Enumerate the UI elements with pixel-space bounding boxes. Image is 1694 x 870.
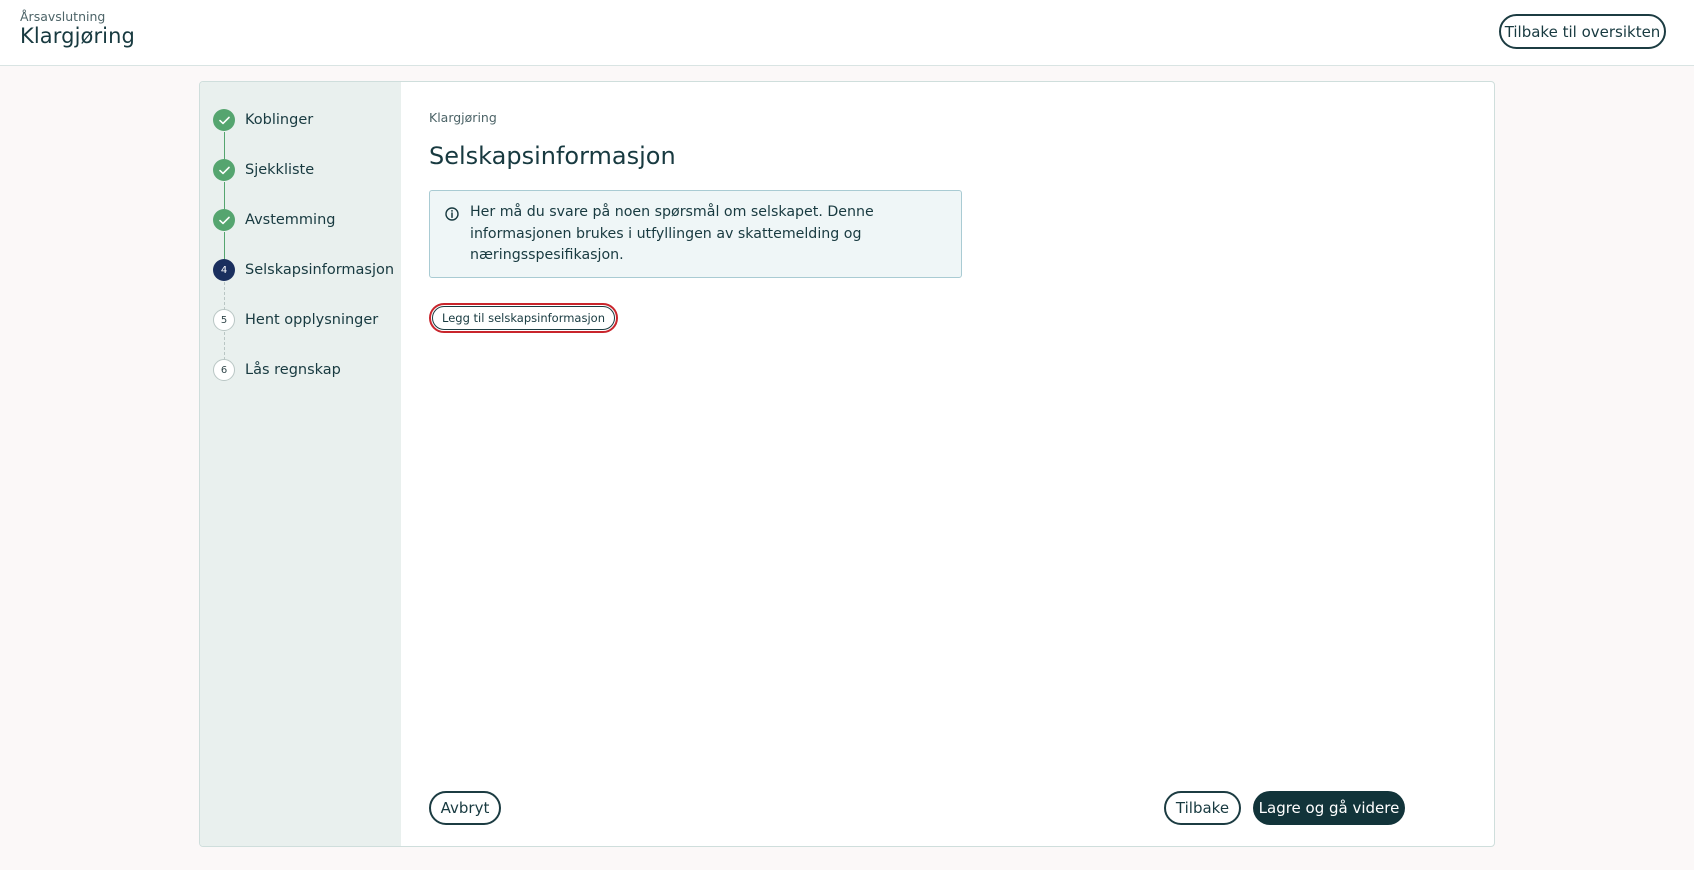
- main-content: Klargjøring Selskapsinformasjon Her må d…: [401, 82, 1494, 846]
- step-sjekkliste[interactable]: Sjekkliste: [213, 158, 398, 182]
- info-text: Her må du svare på noen spørsmål om sels…: [470, 204, 874, 263]
- step-hent-opplysninger[interactable]: 5 Hent opplysninger: [213, 308, 398, 332]
- info-icon: [445, 206, 459, 225]
- step-connector: [224, 132, 225, 160]
- add-company-info-button[interactable]: Legg til selskapsinformasjon: [429, 303, 618, 333]
- cancel-button[interactable]: Avbryt: [429, 791, 501, 825]
- step-connector: [224, 332, 225, 360]
- step-label: Hent opplysninger: [245, 312, 379, 328]
- step-avstemming[interactable]: Avstemming: [213, 208, 398, 232]
- check-icon: [213, 209, 235, 231]
- page-header-title: Klargjøring: [20, 24, 135, 48]
- step-connector: [224, 282, 225, 310]
- save-and-continue-button[interactable]: Lagre og gå videre: [1253, 791, 1405, 825]
- step-number-badge: 4: [213, 259, 235, 281]
- step-label: Avstemming: [245, 212, 336, 228]
- section-eyebrow: Årsavslutning: [20, 9, 106, 24]
- step-las-regnskap[interactable]: 6 Lås regnskap: [213, 358, 398, 382]
- back-button[interactable]: Tilbake: [1164, 791, 1241, 825]
- page-title: Selskapsinformasjon: [429, 142, 676, 170]
- step-connector: [224, 232, 225, 260]
- check-icon: [213, 159, 235, 181]
- back-to-overview-button[interactable]: Tilbake til oversikten: [1499, 14, 1666, 49]
- wizard-panel: Koblinger Sjekkliste Avstemming 4 Selska…: [199, 81, 1495, 847]
- info-box: Her må du svare på noen spørsmål om sels…: [429, 190, 962, 278]
- step-label: Koblinger: [245, 112, 314, 128]
- top-bar: Årsavslutning Klargjøring Tilbake til ov…: [0, 0, 1694, 66]
- breadcrumb: Klargjøring: [429, 110, 497, 125]
- step-number-badge: 5: [213, 309, 235, 331]
- step-label: Selskapsinformasjon: [245, 262, 395, 278]
- step-selskapsinformasjon[interactable]: 4 Selskapsinformasjon: [213, 258, 398, 282]
- step-label: Sjekkliste: [245, 162, 315, 178]
- check-icon: [213, 109, 235, 131]
- steps-sidebar: Koblinger Sjekkliste Avstemming 4 Selska…: [200, 82, 401, 846]
- step-connector: [224, 182, 225, 210]
- step-label: Lås regnskap: [245, 362, 341, 378]
- step-number-badge: 6: [213, 359, 235, 381]
- step-koblinger[interactable]: Koblinger: [213, 108, 398, 132]
